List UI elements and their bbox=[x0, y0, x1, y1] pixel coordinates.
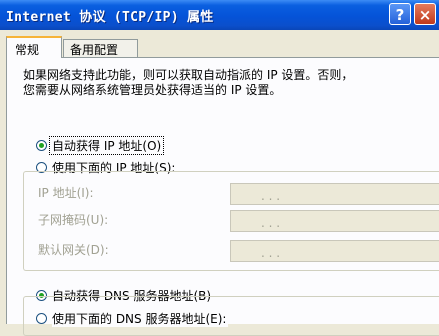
title-bar[interactable]: Internet 协议 (TCP/IP) 属性 ? × bbox=[0, 0, 439, 30]
help-icon: ? bbox=[395, 6, 405, 24]
default-gateway-dots: . . . bbox=[261, 246, 281, 260]
label-ip-address: IP 地址(I): bbox=[38, 186, 94, 200]
ip-address-dots: . . . bbox=[261, 189, 281, 203]
subnet-mask-input[interactable]: . . . bbox=[230, 210, 439, 232]
default-gateway-input[interactable]: . . . bbox=[230, 240, 439, 262]
description-line-1: 如果网络支持此功能，则可以获取自动指派的 IP 设置。否则， bbox=[23, 68, 354, 82]
description-text: 如果网络支持此功能，则可以获取自动指派的 IP 设置。否则， 您需要从网络系统管… bbox=[23, 68, 423, 98]
ip-address-input[interactable]: . . . bbox=[230, 183, 439, 205]
window-title: Internet 协议 (TCP/IP) 属性 bbox=[6, 10, 214, 25]
close-button[interactable]: × bbox=[414, 3, 436, 25]
subnet-mask-dots: . . . bbox=[261, 216, 281, 230]
radio-auto-ip[interactable] bbox=[36, 140, 47, 151]
label-manual-dns[interactable]: 使用下面的 DNS 服务器地址(E): bbox=[52, 310, 229, 327]
help-button[interactable]: ? bbox=[389, 3, 411, 25]
radio-manual-dns[interactable] bbox=[36, 313, 47, 324]
label-auto-ip[interactable]: 自动获得 IP 地址(O) bbox=[48, 136, 165, 155]
close-icon: × bbox=[418, 6, 432, 24]
label-subnet-mask: 子网掩码(U): bbox=[38, 213, 109, 227]
tab-alternate-config[interactable]: 备用配置 bbox=[63, 39, 138, 58]
label-default-gateway: 默认网关(D): bbox=[38, 243, 109, 257]
tab-general[interactable]: 常规 bbox=[6, 36, 62, 58]
description-line-2: 您需要从网络系统管理员处获得适当的 IP 设置。 bbox=[23, 83, 282, 97]
